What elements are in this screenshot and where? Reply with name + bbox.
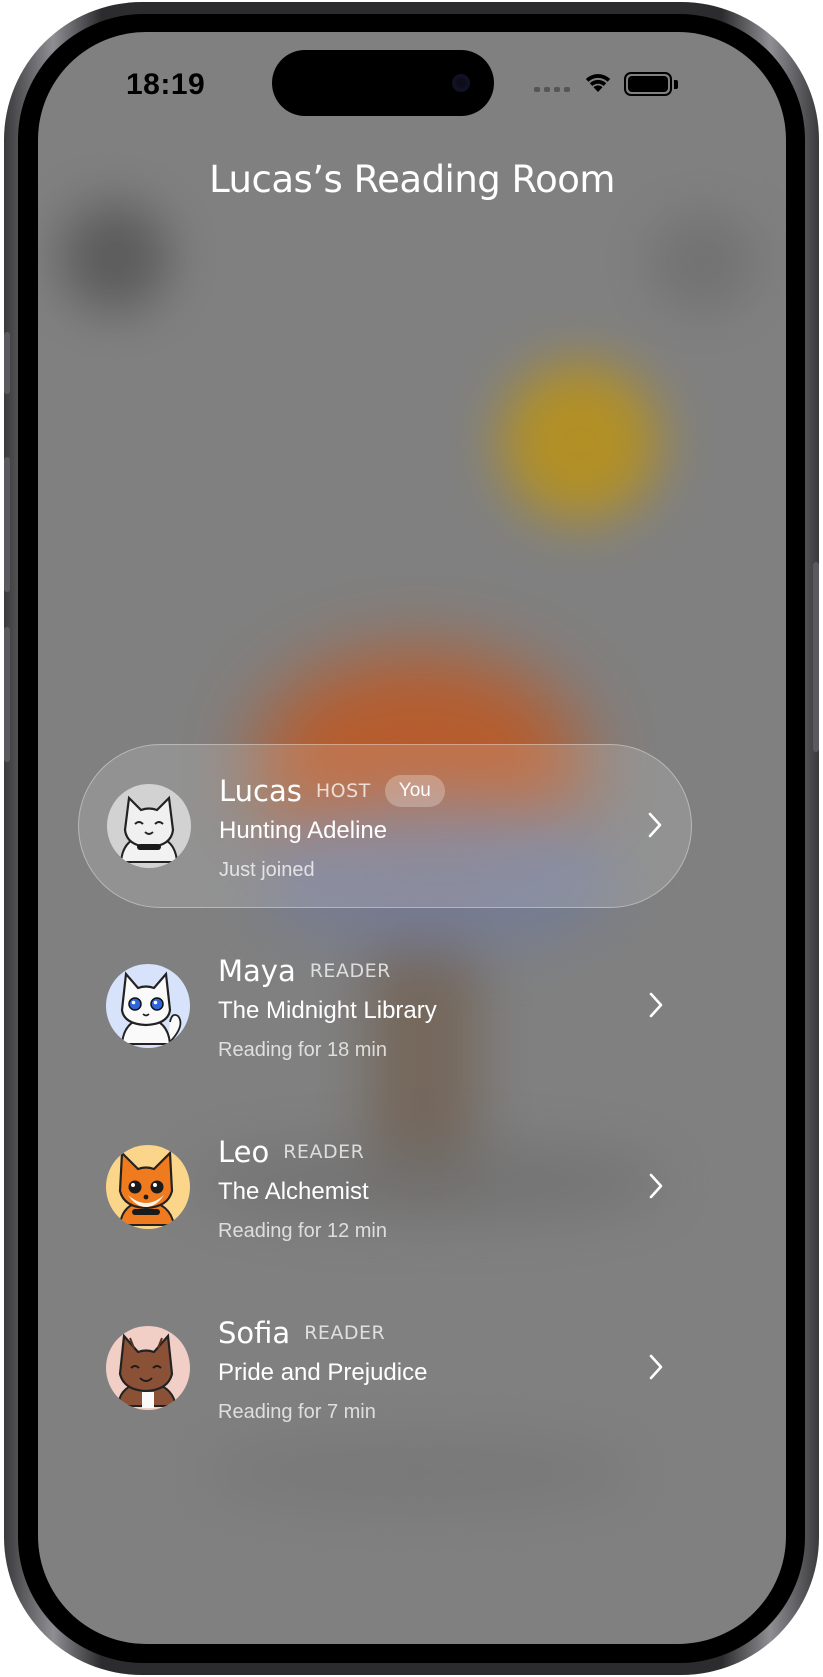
chevron-right-icon [649, 1354, 663, 1380]
page-title: Lucas’s Reading Room [209, 158, 615, 201]
reading-status: Reading for 7 min [218, 1401, 376, 1423]
role-label: READER [283, 1141, 365, 1163]
reader-row-lucas[interactable]: Lucas HOST You Hunting Adeline Just join… [78, 744, 692, 908]
reader-name: Leo [218, 1135, 270, 1169]
reading-status: Reading for 12 min [218, 1220, 387, 1242]
reader-name: Maya [218, 954, 296, 988]
book-title: The Alchemist [218, 1178, 369, 1205]
background-blur [60, 202, 170, 312]
power-button [813, 562, 819, 752]
reader-row-maya[interactable]: Maya READER The Midnight Library Reading… [78, 925, 692, 1089]
white-cat-avatar [106, 964, 190, 1048]
reader-name: Lucas [219, 774, 302, 808]
gray-cat-avatar [107, 784, 191, 868]
chevron-right-icon [649, 992, 663, 1018]
cellular-signal-icon [534, 87, 570, 92]
reader-row-sofia[interactable]: Sofia READER Pride and Prejudice Reading… [78, 1287, 692, 1451]
battery-tip [674, 80, 678, 89]
reader-row-leo[interactable]: Leo READER The Alchemist Reading for 12 … [78, 1106, 692, 1270]
brown-cat-avatar [106, 1326, 190, 1410]
background-blur-sun [500, 362, 660, 522]
orange-fox-avatar [106, 1145, 190, 1229]
dynamic-island [272, 50, 494, 116]
book-title: The Midnight Library [218, 997, 437, 1024]
book-title: Hunting Adeline [219, 817, 388, 844]
role-label: READER [309, 960, 391, 982]
volume-down-button [4, 627, 10, 762]
book-title: Pride and Prejudice [218, 1359, 428, 1386]
chevron-right-icon [649, 1173, 663, 1199]
status-time: 18:19 [126, 68, 206, 101]
camera-icon [452, 74, 470, 92]
reader-name: Sofia [218, 1316, 291, 1350]
chevron-right-icon [648, 812, 662, 838]
reading-status: Just joined [219, 859, 315, 881]
app-screen: 18:19 Lucas’s Reading Room Lucas HOST Yo… [38, 32, 786, 1644]
role-label: READER [304, 1322, 386, 1344]
background-blur [648, 212, 758, 312]
action-button [4, 332, 10, 394]
reading-status: Reading for 18 min [218, 1039, 387, 1061]
you-badge: You [384, 775, 445, 807]
volume-up-button [4, 457, 10, 592]
battery-icon [624, 72, 672, 96]
role-label: HOST [315, 780, 371, 802]
wifi-icon [585, 74, 611, 92]
